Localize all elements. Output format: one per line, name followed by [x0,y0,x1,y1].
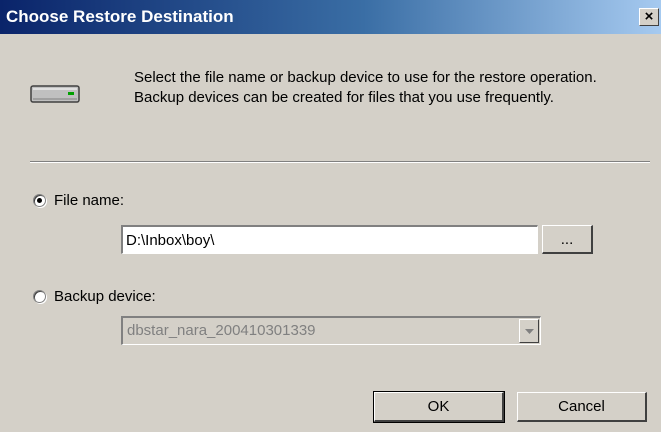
title-bar[interactable]: Choose Restore Destination × [0,0,661,34]
backup-device-option[interactable]: Backup device: [33,286,156,306]
backup-device-value: dbstar_nara_200410301339 [127,322,316,339]
ok-button[interactable]: OK [373,391,505,423]
restore-destination-dialog: Choose Restore Destination × Select the … [0,0,661,432]
separator [30,161,650,163]
close-icon: × [644,8,654,25]
dialog-title: Choose Restore Destination [6,7,234,26]
file-name-option[interactable]: File name: [33,190,124,210]
ok-button-label: OK [427,398,450,415]
close-button[interactable]: × [639,8,659,26]
intro-description: Select the file name or backup device to… [134,69,597,106]
browse-button-label: ... [560,230,574,248]
dropdown-button[interactable] [519,319,539,343]
cancel-button-label: Cancel [558,398,605,415]
file-name-input[interactable] [121,225,538,254]
drive-icon [30,85,80,103]
backup-device-label: Backup device: [54,287,156,305]
backup-device-select[interactable]: dbstar_nara_200410301339 [121,316,541,345]
file-name-label: File name: [54,191,125,209]
browse-button[interactable]: ... [542,225,593,254]
chevron-down-icon [525,329,534,334]
backup-device-radio[interactable] [33,289,46,303]
file-name-radio[interactable] [33,193,46,207]
cancel-button[interactable]: Cancel [517,392,647,422]
